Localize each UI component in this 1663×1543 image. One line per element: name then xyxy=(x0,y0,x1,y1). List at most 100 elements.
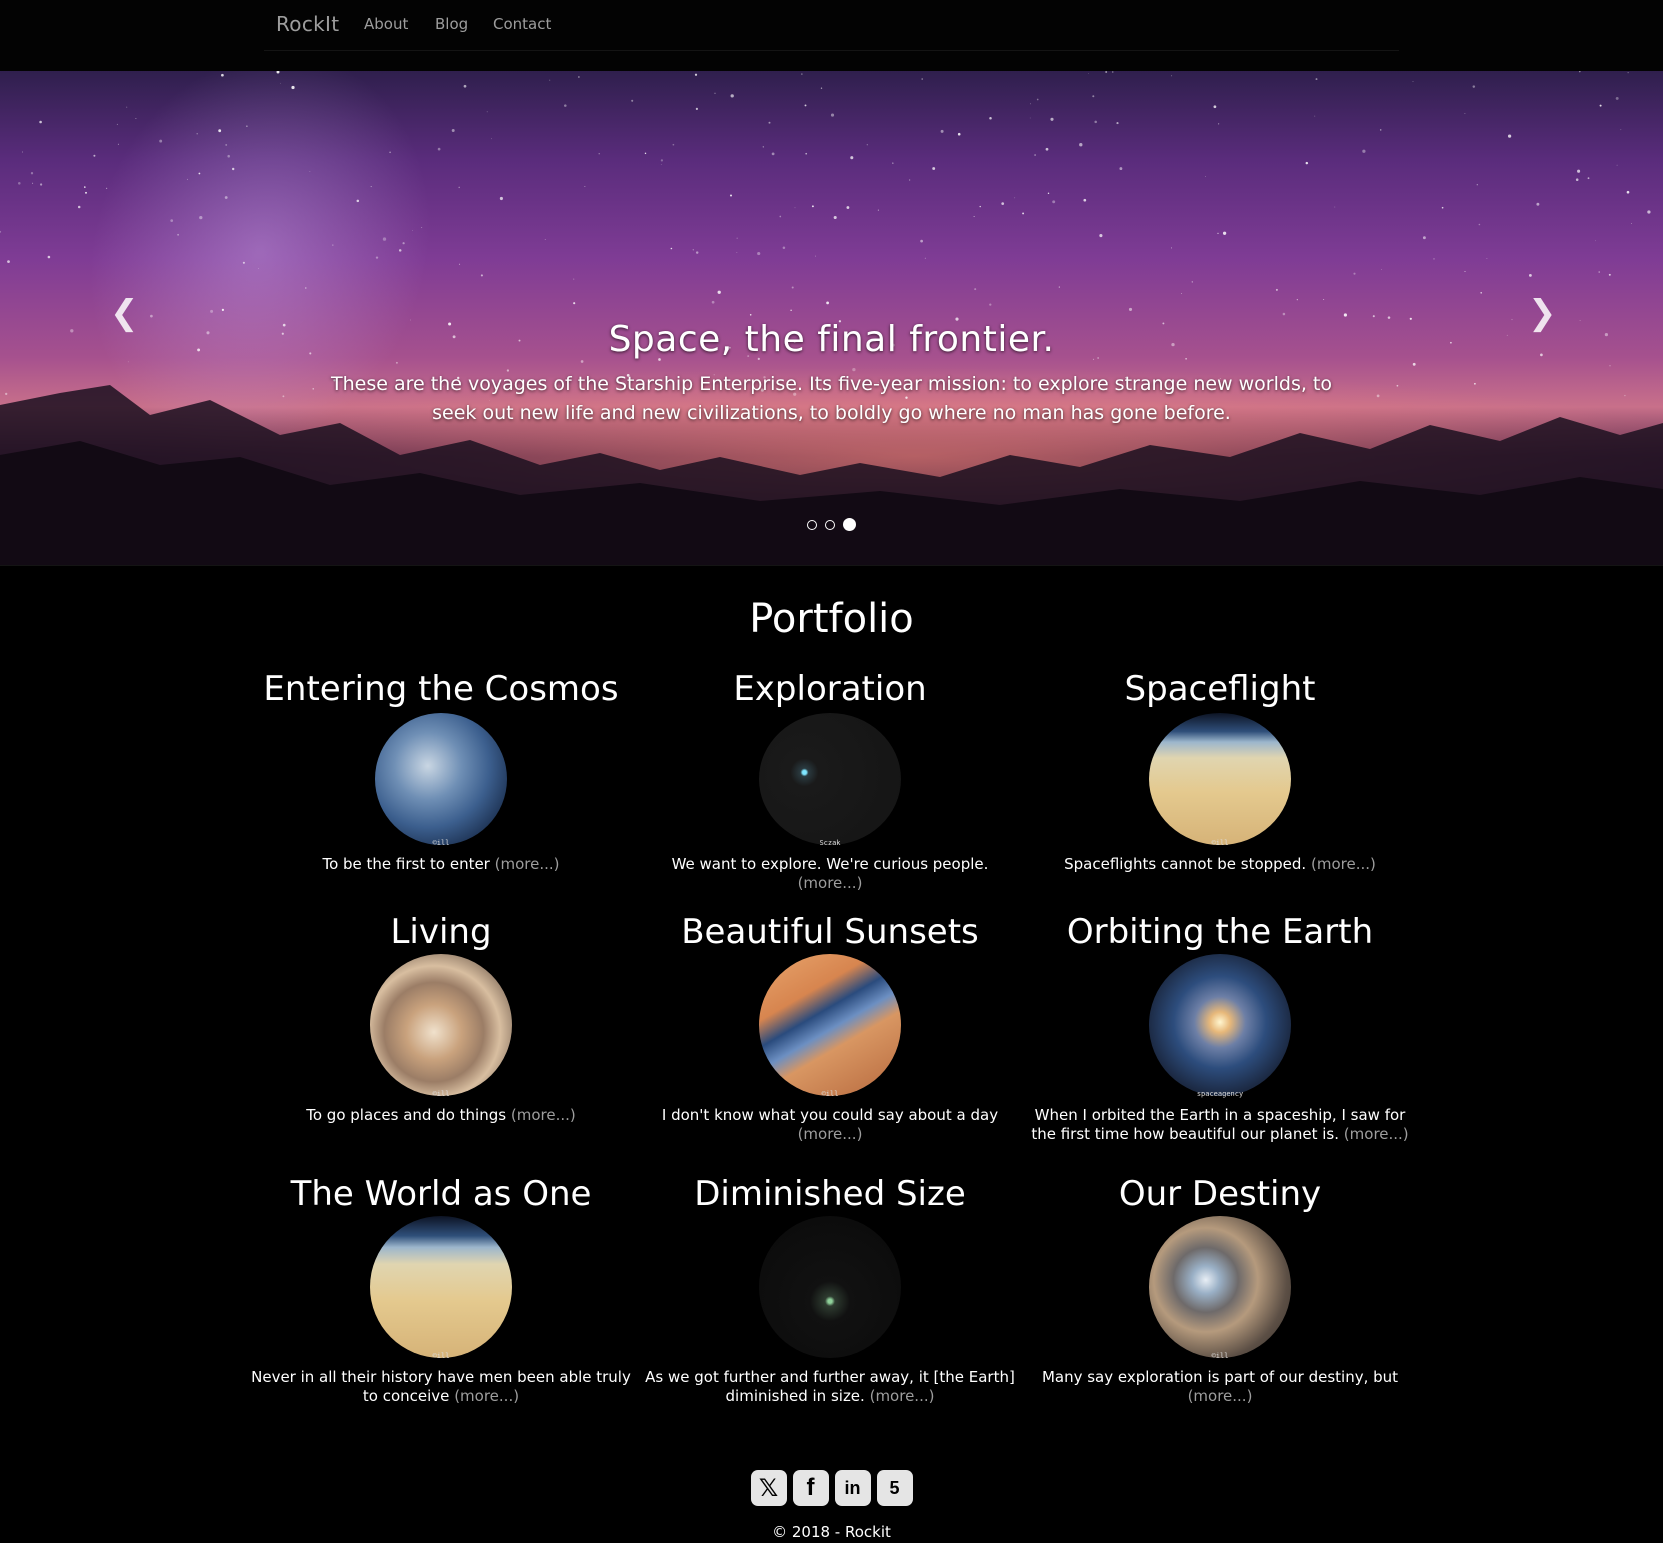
horizon-image[interactable]: ©ill xyxy=(1149,713,1291,847)
portfolio-item-title: The World as One xyxy=(290,1174,592,1214)
carousel-prev-chevron-left-icon[interactable]: ❮ xyxy=(110,293,139,333)
star xyxy=(375,256,379,259)
more-link[interactable]: (more...) xyxy=(798,1125,863,1143)
star xyxy=(660,159,664,162)
more-link[interactable]: (more...) xyxy=(1188,1387,1253,1405)
star xyxy=(1507,134,1512,138)
navbar: RockIt About Blog Contact xyxy=(0,0,1663,71)
star xyxy=(30,172,34,175)
star xyxy=(1099,234,1103,238)
star xyxy=(805,152,808,155)
star xyxy=(695,251,699,254)
star xyxy=(1464,271,1466,272)
star xyxy=(281,332,284,335)
star xyxy=(227,154,230,158)
twitter-icon[interactable]: 𝕏 xyxy=(750,1470,787,1506)
star xyxy=(1222,231,1227,235)
portfolio-item-title: Diminished Size xyxy=(694,1174,966,1214)
more-link[interactable]: (more...) xyxy=(495,855,560,873)
nav-link-about[interactable]: About xyxy=(364,15,408,33)
earth-image[interactable]: ©ill xyxy=(375,713,507,847)
star xyxy=(1412,80,1414,82)
star xyxy=(920,239,923,243)
star xyxy=(921,78,923,80)
star xyxy=(105,187,108,190)
copyright: © 2018 - Rockit xyxy=(772,1523,891,1541)
nav-link-contact[interactable]: Contact xyxy=(493,15,551,33)
more-link[interactable]: (more...) xyxy=(798,874,863,892)
star xyxy=(711,300,715,304)
more-link[interactable]: (more...) xyxy=(1311,855,1376,873)
navbar-inner: RockIt About Blog Contact xyxy=(264,0,1399,51)
star xyxy=(305,287,307,289)
star xyxy=(940,129,944,133)
more-link[interactable]: (more...) xyxy=(454,1387,519,1405)
star xyxy=(717,290,721,294)
comet-image[interactable] xyxy=(759,1216,901,1358)
star xyxy=(850,156,854,160)
star xyxy=(257,267,259,269)
star xyxy=(32,182,34,184)
sunset-image[interactable]: ©ill xyxy=(759,954,901,1098)
star xyxy=(826,301,829,305)
star xyxy=(866,144,868,146)
star xyxy=(412,230,413,231)
star xyxy=(77,205,81,209)
star xyxy=(21,151,23,153)
horizon-image[interactable]: ©ill xyxy=(370,1216,512,1360)
star xyxy=(924,257,926,259)
star xyxy=(1323,299,1325,300)
star xyxy=(736,237,738,239)
star xyxy=(1480,292,1482,294)
star xyxy=(1472,85,1476,88)
more-link[interactable]: (more...) xyxy=(511,1106,576,1124)
star xyxy=(573,302,576,305)
more-link[interactable]: (more...) xyxy=(870,1387,935,1405)
star xyxy=(1616,164,1618,166)
more-link[interactable]: (more...) xyxy=(1344,1125,1409,1143)
galaxy-image[interactable]: spaceagency xyxy=(1149,954,1291,1098)
portfolio-item: Beautiful Sunsets ©ill I don't know what… xyxy=(640,912,1020,1144)
star xyxy=(564,104,567,107)
carousel-indicator-2[interactable] xyxy=(825,519,835,530)
comet-image[interactable]: Sczak xyxy=(759,713,901,847)
star xyxy=(18,182,21,185)
portfolio-item-text: Never in all their history have men been… xyxy=(251,1368,631,1405)
star xyxy=(282,323,286,327)
star xyxy=(1422,236,1426,240)
star xyxy=(1409,317,1412,320)
star xyxy=(1014,197,1016,199)
star xyxy=(332,244,334,246)
portfolio-item-title: Entering the Cosmos xyxy=(263,669,619,709)
star xyxy=(1171,75,1173,77)
brand-link[interactable]: RockIt xyxy=(276,12,339,36)
portfolio-item-text: Spaceflights cannot be stopped. (more...… xyxy=(1064,855,1376,873)
carousel-indicator-3[interactable] xyxy=(843,518,856,531)
carousel-next-chevron-right-icon[interactable]: ❯ xyxy=(1528,293,1557,333)
star xyxy=(877,209,879,211)
storm-image[interactable]: ©ill xyxy=(1149,1216,1291,1360)
star xyxy=(232,167,235,171)
star xyxy=(1275,288,1278,291)
star xyxy=(1343,313,1347,317)
star xyxy=(692,249,694,251)
star xyxy=(1478,223,1481,226)
portfolio-item-text: To go places and do things (more...) xyxy=(306,1106,576,1124)
star xyxy=(1387,316,1391,319)
carousel-indicator-1[interactable] xyxy=(807,519,817,530)
star xyxy=(7,260,10,263)
nav-link-blog[interactable]: Blog xyxy=(435,15,468,33)
star xyxy=(830,113,835,117)
star xyxy=(695,107,699,111)
html5-icon[interactable]: 5 xyxy=(876,1470,913,1506)
star xyxy=(437,147,441,151)
star xyxy=(1579,71,1581,73)
star xyxy=(1486,258,1488,260)
star xyxy=(730,94,734,98)
star xyxy=(70,329,74,333)
jupiter-image[interactable]: ©ill xyxy=(370,954,512,1098)
linkedin-icon[interactable]: in xyxy=(834,1470,871,1506)
star xyxy=(1315,78,1318,81)
facebook-icon[interactable]: f xyxy=(792,1470,829,1506)
star xyxy=(1034,154,1037,156)
